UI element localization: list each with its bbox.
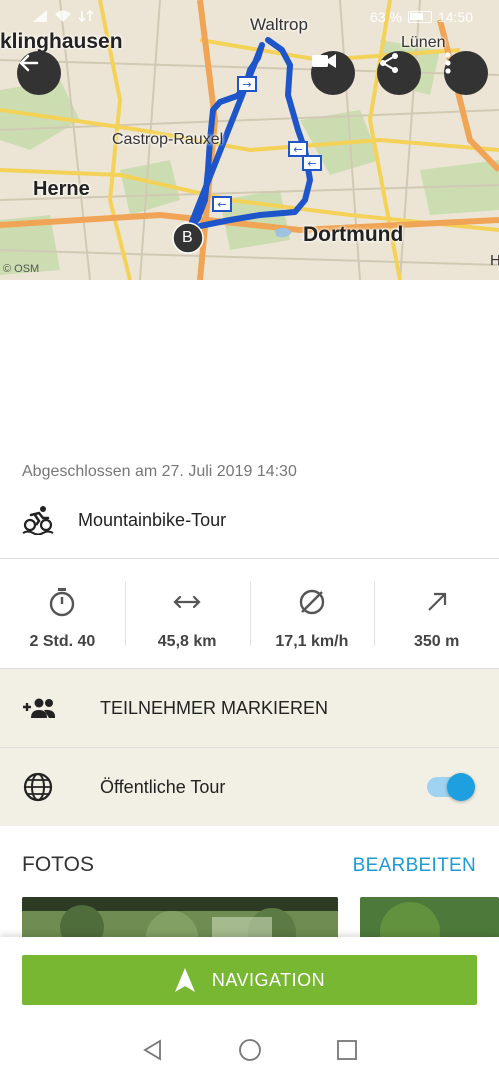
add-participant-icon: [23, 698, 56, 718]
divider: [0, 558, 499, 559]
stopwatch-icon: [50, 588, 75, 617]
stat-duration: 2 Std. 40: [0, 570, 125, 668]
map-edge-label: H: [490, 252, 499, 269]
battery-percent: 63 %: [370, 9, 402, 25]
completed-date: Abgeschlossen am 27. Juli 2019 14:30: [22, 463, 297, 480]
share-icon: [380, 53, 398, 73]
share-button[interactable]: [377, 51, 421, 95]
more-vert-icon: [445, 52, 451, 74]
mark-participants-label: TEILNEHMER MARKIEREN: [100, 697, 329, 718]
clock: 14:50: [437, 9, 473, 25]
more-button[interactable]: [444, 51, 488, 95]
photos-edit-button[interactable]: BEARBEITEN: [353, 855, 476, 877]
navigation-button[interactable]: NAVIGATION: [22, 955, 477, 1005]
average-speed-icon: [299, 589, 325, 615]
stat-elevation-value: 350 m: [413, 633, 460, 650]
video-button[interactable]: [311, 51, 355, 95]
sport-label: Mountainbike-Tour: [78, 509, 227, 530]
mark-participants-row[interactable]: TEILNEHMER MARKIEREN: [0, 669, 499, 747]
svg-text:←: ←: [217, 198, 226, 211]
recents-icon[interactable]: [336, 1039, 358, 1061]
uphill-icon: [427, 592, 446, 611]
map-label-dortmund: Dortmund: [303, 223, 404, 246]
data-icon: [78, 9, 94, 23]
toggle-knob: [447, 773, 475, 801]
route-map[interactable]: → ← ← ← B klinghausen Waltrop Lünen Cast…: [0, 0, 499, 280]
navigation-label: NAVIGATION: [211, 969, 326, 990]
globe-icon: [23, 772, 53, 802]
stat-elevation: 350 m: [374, 570, 499, 668]
photos-title: FOTOS: [22, 853, 94, 876]
public-tour-label: Öffentliche Tour: [100, 776, 226, 797]
public-tour-toggle[interactable]: [427, 773, 475, 801]
map-label-luenen: Lünen: [401, 34, 446, 51]
mountainbike-icon: [22, 506, 54, 535]
svg-text:←: ←: [293, 143, 302, 156]
back-button[interactable]: [17, 51, 61, 95]
stat-speed: 17,1 km/h: [249, 570, 375, 668]
back-icon[interactable]: [142, 1039, 164, 1061]
status-bar: 63 % 14:50: [0, 0, 499, 34]
signal-icon: [33, 10, 47, 22]
video-camera-icon: [312, 54, 336, 68]
stat-distance-value: 45,8 km: [157, 633, 217, 650]
stat-duration-value: 2 Std. 40: [29, 633, 96, 650]
home-icon[interactable]: [238, 1038, 262, 1062]
sport-type[interactable]: Mountainbike-Tour: [22, 503, 226, 537]
end-marker-label: B: [182, 229, 193, 246]
tour-stats: 2 Std. 40 45,8 km 17,1 km/h 350 m: [0, 570, 499, 668]
status-icons: [32, 9, 94, 23]
wifi-icon: [55, 10, 71, 22]
svg-text:→: →: [242, 78, 251, 91]
navigation-arrow-icon: [174, 968, 195, 992]
map-label-castrop: Castrop-Rauxel: [112, 131, 224, 148]
public-tour-row[interactable]: Öffentliche Tour: [0, 748, 499, 826]
stat-distance: 45,8 km: [124, 570, 250, 668]
svg-text:←: ←: [307, 157, 316, 170]
map-label-herne: Herne: [33, 178, 90, 200]
stat-speed-value: 17,1 km/h: [275, 633, 349, 650]
distance-icon: [173, 595, 201, 609]
battery-icon: [407, 11, 432, 23]
bottom-bar: NAVIGATION: [0, 937, 499, 1080]
map-attribution: © OSM: [3, 263, 40, 275]
system-navigation: [0, 1027, 499, 1073]
back-arrow-icon: [19, 54, 39, 72]
